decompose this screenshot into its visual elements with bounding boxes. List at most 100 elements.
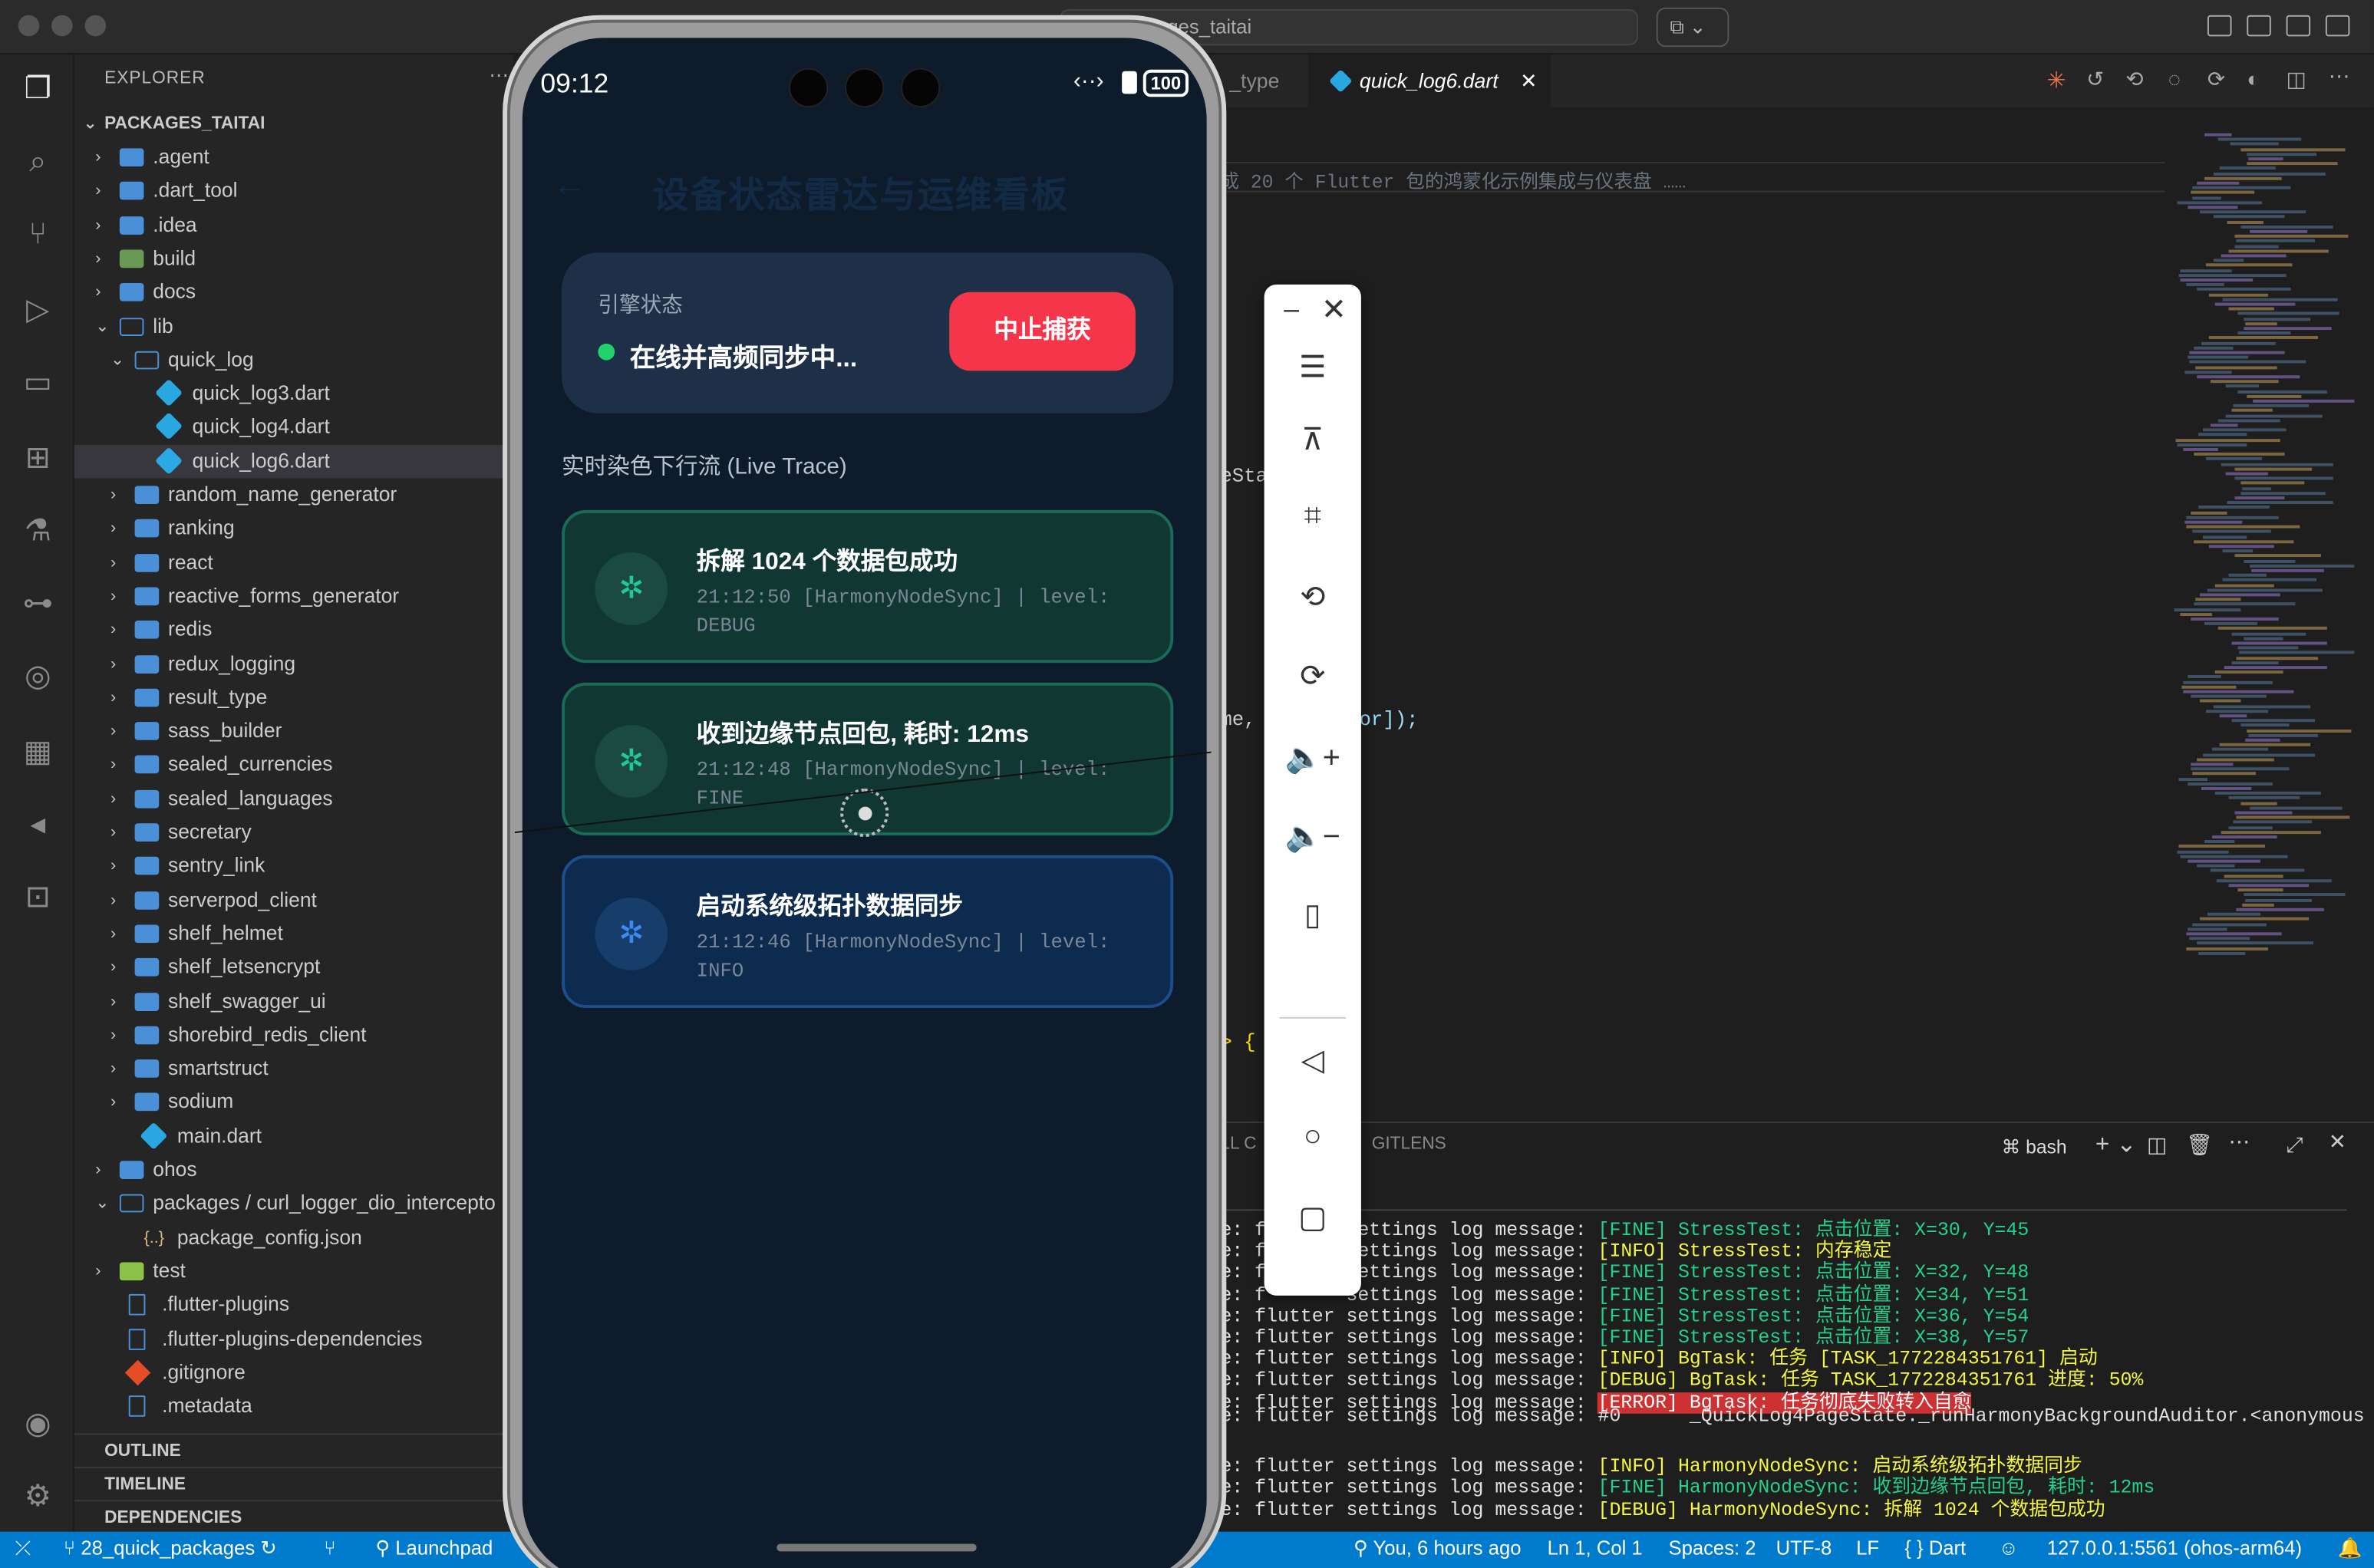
close-window-icon[interactable] bbox=[18, 15, 40, 37]
tree-item[interactable]: › redux_logging bbox=[74, 647, 513, 680]
toggle-secondary-layout-icon[interactable] bbox=[2247, 15, 2271, 37]
tree-item[interactable]: .metadata bbox=[74, 1389, 513, 1422]
notifications-icon[interactable]: 🔔 bbox=[2338, 1537, 2362, 1561]
terminal-selector[interactable]: ⌘ bash bbox=[2002, 1135, 2067, 1158]
screenshot-icon[interactable]: ⊡ bbox=[18, 878, 58, 917]
tree-item[interactable]: › .dart_tool bbox=[74, 174, 513, 207]
gitlens-icon[interactable]: ◎ bbox=[18, 657, 58, 696]
timeline-icon[interactable]: ↺ bbox=[2086, 67, 2104, 93]
language-mode[interactable]: { } Dart bbox=[1904, 1537, 1966, 1560]
indentation[interactable]: Spaces: 2 bbox=[1668, 1537, 1756, 1560]
toggle-primary-sidebar-icon[interactable] bbox=[2207, 15, 2232, 37]
git-graph-icon[interactable]: ⊶ bbox=[18, 585, 58, 624]
tree-item[interactable]: › test bbox=[74, 1254, 513, 1287]
encoding[interactable]: UTF-8 bbox=[1776, 1537, 1832, 1560]
home-icon[interactable]: ○ bbox=[1264, 1120, 1361, 1155]
tree-item[interactable]: › react bbox=[74, 545, 513, 578]
cursor-position[interactable]: Ln 1, Col 1 bbox=[1548, 1537, 1643, 1560]
shake-icon[interactable]: ▯ bbox=[1264, 896, 1361, 934]
tree-item[interactable]: › secretary bbox=[74, 815, 513, 848]
tree-item[interactable]: {..} package_config.json bbox=[74, 1220, 513, 1253]
tree-item[interactable]: › .idea bbox=[74, 208, 513, 241]
minimize-window-icon[interactable] bbox=[51, 15, 73, 37]
dependencies-section[interactable]: DEPENDENCIES bbox=[74, 1500, 513, 1533]
compare-icon[interactable]: ⟲ bbox=[2125, 67, 2143, 93]
tab-quick-log6[interactable]: quick_log6.dart ✕ bbox=[1307, 54, 1551, 108]
maximize-panel-icon[interactable]: ⤢ bbox=[2287, 1132, 2303, 1158]
back-icon[interactable]: ◁ bbox=[1264, 1041, 1361, 1079]
panel-tab-gitlens[interactable]: GITLENS bbox=[1372, 1135, 1446, 1154]
tree-item[interactable]: ⌄ packages / curl_logger_dio_intercepto bbox=[74, 1187, 513, 1220]
search-icon[interactable]: ⌕ bbox=[18, 142, 58, 181]
kill-terminal-icon[interactable]: 🗑 bbox=[2186, 1132, 2213, 1158]
tree-item[interactable]: › shelf_helmet bbox=[74, 917, 513, 950]
rotate-right-icon[interactable]: ⟳ bbox=[1264, 657, 1361, 694]
tree-item[interactable]: › docs bbox=[74, 275, 513, 308]
pin-off-icon[interactable]: ⊼ bbox=[1264, 420, 1361, 458]
git-compare-icon[interactable]: ◐ bbox=[2247, 67, 2260, 91]
tree-item[interactable]: › sass_builder bbox=[74, 714, 513, 747]
tree-item[interactable]: › result_type bbox=[74, 680, 513, 713]
tree-item[interactable]: › sealed_languages bbox=[74, 782, 513, 815]
end-of-line[interactable]: LF bbox=[1856, 1537, 1879, 1560]
run-debug-icon[interactable]: ▷ bbox=[18, 291, 58, 330]
account-icon[interactable]: ◉ bbox=[18, 1405, 58, 1444]
next-change-icon[interactable]: ⟳ bbox=[2207, 67, 2225, 93]
close-tab-icon[interactable]: ✕ bbox=[1520, 54, 1537, 107]
split-terminal-icon[interactable]: ◫ bbox=[2147, 1132, 2167, 1158]
volume-down-icon[interactable]: 🔈− bbox=[1264, 817, 1361, 855]
tree-item[interactable]: quick_log3.dart bbox=[74, 377, 513, 410]
trace-card[interactable]: ✲ 收到边缘节点回包, 耗时: 12ms 21:12:48 [HarmonyNo… bbox=[562, 682, 1174, 838]
trace-card[interactable]: ✲ 启动系统级拓扑数据同步 21:12:46 [HarmonyNodeSync]… bbox=[562, 855, 1174, 1009]
remote-explorer-icon[interactable]: ▭ bbox=[18, 364, 58, 403]
recents-icon[interactable]: ▢ bbox=[1264, 1199, 1361, 1237]
explorer-icon[interactable]: ❐ bbox=[18, 70, 58, 109]
more-actions-icon[interactable]: ⋯ bbox=[2329, 64, 2350, 90]
testing-icon[interactable]: ⚗ bbox=[18, 512, 58, 551]
tree-item[interactable]: › sealed_currencies bbox=[74, 748, 513, 781]
menu-icon[interactable]: ☰ bbox=[1264, 348, 1361, 386]
split-editor-icon[interactable]: ◫ bbox=[2287, 67, 2306, 93]
close-panel-icon[interactable]: ✕ bbox=[2329, 1129, 2346, 1155]
maximize-window-icon[interactable] bbox=[84, 15, 107, 37]
tree-item[interactable]: › serverpod_client bbox=[74, 883, 513, 916]
tree-item[interactable]: › ohos bbox=[74, 1153, 513, 1186]
tree-item[interactable]: quick_log4.dart bbox=[74, 410, 513, 443]
rotate-left-icon[interactable]: ⟲ bbox=[1264, 578, 1361, 616]
tree-item[interactable]: › redis bbox=[74, 613, 513, 646]
back-arrow-icon[interactable]: ← bbox=[552, 165, 585, 204]
tree-item[interactable]: › reactive_forms_generator bbox=[74, 579, 513, 612]
tree-item[interactable]: › smartstruct bbox=[74, 1052, 513, 1085]
new-terminal-icon[interactable]: + ⌄ bbox=[2095, 1129, 2137, 1159]
tree-item[interactable]: main.dart bbox=[74, 1119, 513, 1152]
tree-item[interactable]: › shelf_swagger_ui bbox=[74, 984, 513, 1017]
tree-item[interactable]: › shorebird_redis_client bbox=[74, 1018, 513, 1051]
tree-item[interactable]: quick_log6.dart bbox=[74, 444, 513, 478]
tree-item[interactable]: ⌄ quick_log bbox=[74, 343, 513, 376]
minimap[interactable] bbox=[2165, 133, 2355, 981]
stop-capture-button[interactable]: 中止捕获 bbox=[949, 292, 1136, 371]
copilot-chat-button[interactable]: ⧉ ⌄ bbox=[1656, 7, 1729, 48]
volume-up-icon[interactable]: 🔈+ bbox=[1264, 739, 1361, 776]
home-indicator[interactable] bbox=[776, 1543, 977, 1552]
copilot-icon[interactable]: ☺ bbox=[1999, 1537, 2019, 1560]
sync-icon[interactable]: ⑂ bbox=[324, 1537, 335, 1560]
tree-item[interactable]: › shelf_letsencrypt bbox=[74, 950, 513, 983]
remote-indicator-icon[interactable]: ⤫ bbox=[15, 1537, 31, 1561]
git-blame-item[interactable]: ⚲ You, 6 hours ago bbox=[1354, 1537, 1522, 1561]
trace-card[interactable]: ✲ 拆解 1024 个数据包成功 21:12:50 [HarmonyNodeSy… bbox=[562, 509, 1174, 664]
tree-item[interactable]: › ranking bbox=[74, 512, 513, 545]
outline-section[interactable]: OUTLINE bbox=[74, 1433, 513, 1466]
customize-layout-icon[interactable] bbox=[2325, 15, 2350, 37]
tree-item[interactable]: .gitignore bbox=[74, 1356, 513, 1388]
tree-item[interactable]: .flutter-plugins bbox=[74, 1288, 513, 1321]
tree-item[interactable]: › build bbox=[74, 242, 513, 275]
launchpad-item[interactable]: ⚲ Launchpad bbox=[375, 1537, 493, 1561]
tree-item[interactable]: › .agent bbox=[74, 140, 513, 173]
tree-item[interactable]: › sentry_link bbox=[74, 849, 513, 882]
tree-item[interactable]: ⌄ lib bbox=[74, 309, 513, 342]
workspace-root[interactable]: ⌄ PACKAGES_TAITAI bbox=[74, 107, 513, 140]
close-icon[interactable]: ✕ bbox=[1285, 291, 1382, 328]
tree-item[interactable]: › random_name_generator bbox=[74, 478, 513, 511]
previous-change-icon[interactable]: ◌ bbox=[2168, 67, 2181, 91]
